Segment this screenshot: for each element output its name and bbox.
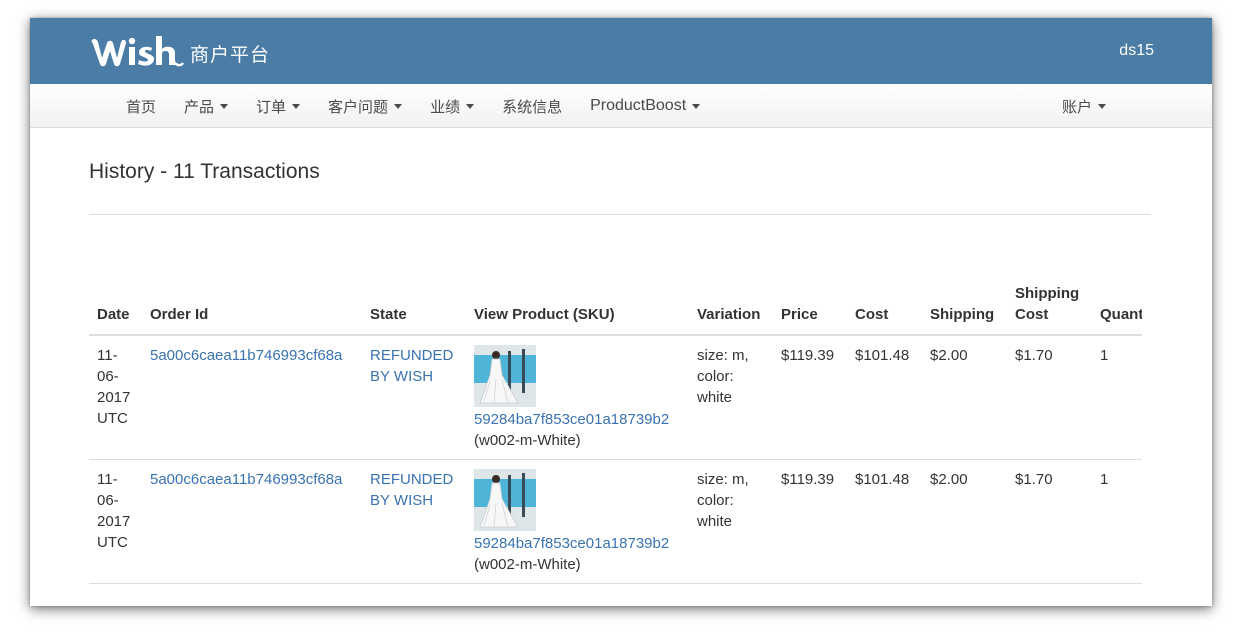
order-id-link[interactable]: 5a00c6caea11b746993cf68a (150, 471, 342, 488)
nav-item-label: 客户问题 (328, 97, 389, 116)
quantity-value: 1 (1100, 471, 1109, 488)
nav-item-3[interactable]: 客户问题 (328, 96, 403, 117)
product-id-link[interactable]: 59284ba7f853ce01a18739b2 (474, 411, 669, 428)
cell-shipping: $2.00 (922, 335, 1007, 460)
page-title: History - 11 Transactions (89, 160, 320, 183)
column-header-cost: Cost (847, 283, 922, 336)
product-id-link[interactable]: 59284ba7f853ce01a18739b2 (474, 535, 669, 552)
price-value: $119.39 (781, 347, 835, 364)
table-body: 11-06-2017 UTC 5a00c6caea11b746993cf68a RE… (89, 335, 1142, 584)
column-header-shipping: Shipping (922, 283, 1007, 336)
table-row: 11-06-2017 UTC 5a00c6caea11b746993cf68a RE… (89, 459, 1142, 584)
cell-product: 59284ba7f853ce01a18739b2 (w002-m-White) (466, 335, 689, 460)
product-sku: (w002-m-White) (474, 556, 581, 573)
cell-order-id: 5a00c6caea11b746993cf68a (142, 335, 362, 460)
nav-item-label: 产品 (184, 97, 215, 116)
nav-item-label: 首页 (126, 97, 157, 116)
cell-state: REFUNDED BY WISH (362, 459, 466, 584)
column-header-shipping-cost: Shipping Cost (1007, 283, 1092, 336)
nav-item-1[interactable]: 产品 (184, 96, 229, 117)
column-header-price: Price (773, 283, 847, 336)
brand[interactable]: 商户平台 (88, 32, 270, 72)
shipping-cost-value: $1.70 (1015, 471, 1053, 488)
nav-item-label: 业绩 (430, 97, 461, 116)
variation-value: size: m, color: white (697, 347, 749, 406)
nav-item-2[interactable]: 订单 (256, 96, 301, 117)
transactions-table: Date Order Id State View Product (SKU) Varia… (89, 283, 1142, 584)
product-thumbnail-icon[interactable] (474, 469, 536, 531)
date-value: 11-06-2017 UTC (97, 471, 131, 551)
table-row: 11-06-2017 UTC 5a00c6caea11b746993cf68a RE… (89, 335, 1142, 460)
wish-logo-icon (91, 36, 184, 67)
divider (89, 214, 1151, 215)
cell-variation: size: m, color: white (689, 459, 773, 584)
cost-value: $101.48 (855, 347, 910, 364)
cell-variation: size: m, color: white (689, 335, 773, 460)
column-header-date: Date (89, 283, 142, 336)
cell-state: REFUNDED BY WISH (362, 335, 466, 460)
cell-quantity: 1 (1092, 459, 1142, 584)
nav-item-4[interactable]: 业绩 (430, 96, 475, 117)
column-header-variation: Variation (689, 283, 773, 336)
cell-quantity: 1 (1092, 335, 1142, 460)
cell-shipping-cost: $1.70 (1007, 459, 1092, 584)
cell-price: $119.39 (773, 335, 847, 460)
table-header-row: Date Order Id State View Product (SKU) Varia… (89, 283, 1142, 336)
cell-date: 11-06-2017 UTC (89, 335, 142, 460)
app-window: 商户平台 ds15 首页 产品 订单 客户问题 业绩 系统信息 ProductBoost 账… (30, 18, 1212, 606)
variation-value: size: m, color: white (697, 471, 749, 530)
cell-order-id: 5a00c6caea11b746993cf68a (142, 459, 362, 584)
state-link[interactable]: REFUNDED BY WISH (370, 347, 453, 385)
caret-down-icon (466, 103, 475, 109)
nav-item-label: 订单 (256, 97, 287, 116)
quantity-value: 1 (1100, 347, 1109, 364)
cell-cost: $101.48 (847, 459, 922, 584)
cell-price: $119.39 (773, 459, 847, 584)
shipping-value: $2.00 (930, 347, 968, 364)
cost-value: $101.48 (855, 471, 910, 488)
state-link[interactable]: REFUNDED BY WISH (370, 471, 453, 509)
nav-account-label: 账户 (1061, 97, 1092, 116)
top-bar: 商户平台 ds15 (30, 18, 1212, 84)
nav-item-label: ProductBoost (590, 97, 687, 114)
cell-date: 11-06-2017 UTC (89, 459, 142, 584)
caret-down-icon (394, 103, 403, 109)
caret-down-icon (1098, 103, 1106, 109)
nav-bar: 首页 产品 订单 客户问题 业绩 系统信息 ProductBoost 账户 (30, 84, 1212, 128)
nav-item-0[interactable]: 首页 (126, 96, 156, 117)
nav-item-label: 系统信息 (502, 97, 563, 116)
caret-down-icon (220, 103, 229, 109)
caret-down-icon (292, 103, 301, 109)
column-header-order-id: Order Id (142, 283, 362, 336)
caret-down-icon (692, 103, 701, 109)
column-header-product: View Product (SKU) (466, 283, 689, 336)
order-id-link[interactable]: 5a00c6caea11b746993cf68a (150, 347, 342, 364)
price-value: $119.39 (781, 471, 835, 488)
column-header-state: State (362, 283, 466, 336)
shipping-value: $2.00 (930, 471, 968, 488)
cell-cost: $101.48 (847, 335, 922, 460)
user-name[interactable]: ds15 (1119, 42, 1154, 60)
cell-shipping: $2.00 (922, 459, 1007, 584)
cell-product: 59284ba7f853ce01a18739b2 (w002-m-White) (466, 459, 689, 584)
nav-item-6[interactable]: ProductBoost (590, 97, 701, 115)
nav-item-5[interactable]: 系统信息 (502, 96, 562, 117)
nav-list: 首页 产品 订单 客户问题 业绩 系统信息 ProductBoost (126, 84, 728, 128)
date-value: 11-06-2017 UTC (97, 347, 131, 427)
nav-account-menu[interactable]: 账户 (1062, 84, 1106, 128)
column-header-quantity: Quantity (1092, 283, 1142, 336)
platform-name: 商户平台 (190, 43, 271, 66)
shipping-cost-value: $1.70 (1015, 347, 1053, 364)
product-sku: (w002-m-White) (474, 432, 581, 449)
product-thumbnail-icon[interactable] (474, 345, 536, 407)
cell-shipping-cost: $1.70 (1007, 335, 1092, 460)
